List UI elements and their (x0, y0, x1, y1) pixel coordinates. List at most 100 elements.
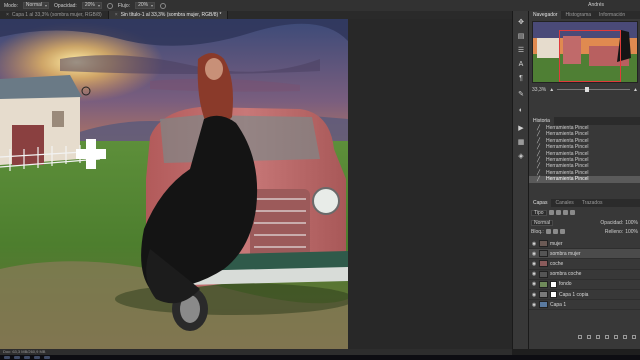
filter-pixel-icon[interactable] (548, 210, 554, 215)
close-icon[interactable]: × (115, 12, 118, 18)
layers-list: ◉ mujer ◉ sombra mujer ◉ coche ◉ sombra coch… (529, 239, 640, 311)
zoom-value[interactable]: 33,3% (532, 87, 546, 93)
lock-label: Bloq.: (531, 228, 544, 235)
visibility-eye-icon[interactable]: ◉ (529, 271, 539, 277)
panel-tool-strip: ✥ ▤ ☰ A ¶ ✎ ◐ ▶ ▦ ◈ (512, 11, 529, 349)
tab-sin-titulo[interactable]: × Sin título-1 al 33,3% (sombra mujer, RG… (108, 11, 229, 19)
opacity-label: Opacidad: (600, 219, 624, 226)
visibility-eye-icon[interactable]: ◉ (529, 292, 539, 298)
layer-mask-thumbnail[interactable] (550, 291, 557, 299)
right-panels: Navegador Histograma Información 33,3% ▲… (529, 11, 640, 349)
filter-type-icon[interactable] (562, 210, 568, 215)
tab-trazados[interactable]: Trazados (578, 199, 607, 207)
navigator-preview[interactable] (532, 21, 638, 83)
options-bar: Modo: Normal Opacidad: 20% Flujo: 20% An… (0, 0, 640, 11)
adjustments-panel-icon[interactable]: ◐ (517, 107, 525, 115)
add-mask-icon[interactable] (596, 335, 600, 339)
navigator-panel-icon[interactable]: ✥ (517, 19, 525, 27)
taskbar-app-icon[interactable] (44, 356, 50, 359)
opacity-field[interactable]: 20% (81, 2, 102, 9)
user-name[interactable]: Andrés (588, 2, 604, 8)
zoom-out-icon[interactable]: ▲ (549, 87, 554, 93)
tab-histograma[interactable]: Histograma (561, 11, 595, 19)
tab-navegador[interactable]: Navegador (529, 11, 562, 19)
delete-layer-icon[interactable] (632, 335, 636, 339)
blend-mode-dropdown[interactable]: Normal (531, 219, 554, 226)
history-list: ╱ Herramienta Pincel ╱ Herramienta Pincel … (529, 125, 640, 183)
layer-row[interactable]: ◉ mujer (529, 239, 640, 250)
visibility-eye-icon[interactable]: ◉ (529, 251, 539, 257)
tab-capas[interactable]: Capas (529, 199, 552, 207)
tab-canales[interactable]: Canales (551, 199, 577, 207)
filter-shape-icon[interactable] (569, 210, 575, 215)
layer-filter-row: Tipo (529, 208, 640, 217)
pressure-opacity-icon[interactable] (106, 2, 113, 9)
character-panel-icon[interactable]: A (517, 61, 525, 69)
taskbar-app-icon[interactable] (24, 356, 30, 359)
zoom-in-icon[interactable]: ▲ (633, 87, 638, 93)
layer-filter-dropdown[interactable]: Tipo (531, 209, 547, 216)
adjustment-layer-icon[interactable] (605, 335, 609, 339)
layer-thumbnail (539, 240, 548, 248)
layer-lock-row: Bloq.: Relleno: 100% (529, 227, 640, 236)
zoom-slider[interactable] (557, 87, 631, 92)
tab-historia[interactable]: Historia (529, 117, 554, 125)
properties-panel-icon[interactable]: ☰ (517, 47, 525, 55)
layer-row[interactable]: ◉ fondo (529, 280, 640, 290)
layer-row-selected[interactable]: ◉ sombra mujer (529, 249, 640, 260)
visibility-eye-icon[interactable]: ◉ (529, 241, 539, 247)
airbrush-icon[interactable] (160, 2, 167, 9)
history-item-current[interactable]: ╱ Herramienta Pincel (529, 176, 640, 183)
history-header: Historia (529, 117, 640, 125)
navigator-tabs: Navegador Histograma Información (529, 11, 640, 19)
visibility-eye-icon[interactable]: ◉ (529, 302, 539, 308)
swatches-panel-icon[interactable]: ▦ (517, 139, 525, 147)
layer-fill-field[interactable]: 100% (625, 229, 638, 235)
layer-thumbnail (539, 280, 548, 288)
lock-position-icon[interactable] (552, 229, 558, 234)
lock-all-icon[interactable] (559, 229, 565, 234)
link-layers-icon[interactable] (578, 335, 582, 339)
navigator-view-box[interactable] (559, 30, 621, 82)
composite-photo (0, 19, 348, 349)
visibility-eye-icon[interactable]: ◉ (529, 281, 539, 287)
layer-row[interactable]: ◉ Capa 1 (529, 300, 640, 311)
brush-panel-icon[interactable]: ✎ (517, 91, 525, 99)
history-panel-icon[interactable]: ▤ (517, 33, 525, 41)
taskbar-app-icon[interactable] (34, 356, 40, 359)
tab-label: Sin título-1 al 33,3% (sombra mujer, RGB… (120, 12, 222, 18)
tab-informacion[interactable]: Información (595, 11, 629, 19)
flow-field[interactable]: 20% (135, 2, 156, 9)
layer-row[interactable]: ◉ sombra coche (529, 270, 640, 280)
zoom-slider-knob[interactable] (584, 87, 589, 92)
taskbar-app-icon[interactable] (14, 356, 20, 359)
taskbar-app-icon[interactable] (4, 356, 10, 359)
layer-row[interactable]: ◉ Capa 1 copia (529, 290, 640, 301)
opacity-label: Opacidad: (54, 2, 77, 9)
mode-dropdown[interactable]: Normal (22, 2, 50, 9)
paragraph-panel-icon[interactable]: ¶ (517, 75, 525, 83)
layer-row[interactable]: ◉ coche (529, 259, 640, 270)
layer-style-icon[interactable] (587, 335, 591, 339)
filter-adjust-icon[interactable] (555, 210, 561, 215)
styles-panel-icon[interactable]: ◈ (517, 153, 525, 161)
tab-label: Capa 1 al 33,3% (sombra mujer, RGB/8) (11, 12, 102, 18)
layer-thumbnail (539, 260, 548, 268)
tab-capa-1[interactable]: × Capa 1 al 33,3% (sombra mujer, RGB/8) (0, 11, 109, 19)
layer-opacity-field[interactable]: 100% (625, 220, 638, 226)
document-tabs: × Capa 1 al 33,3% (sombra mujer, RGB/8) ×… (0, 11, 512, 19)
layer-mask-thumbnail[interactable] (550, 280, 557, 288)
layer-thumbnail (539, 301, 548, 309)
new-layer-icon[interactable] (623, 335, 627, 339)
layers-tabs: Capas Canales Trazados (529, 199, 640, 207)
lock-pixels-icon[interactable] (545, 229, 551, 234)
visibility-eye-icon[interactable]: ◉ (529, 261, 539, 267)
flow-label: Flujo: (117, 2, 131, 9)
close-icon[interactable]: × (6, 12, 9, 18)
canvas-workspace[interactable] (0, 19, 512, 349)
document-canvas[interactable] (0, 19, 348, 349)
new-group-icon[interactable] (614, 335, 618, 339)
os-taskbar (0, 355, 640, 360)
actions-panel-icon[interactable]: ▶ (517, 125, 525, 133)
layer-blend-row: Normal Opacidad: 100% (529, 218, 640, 227)
